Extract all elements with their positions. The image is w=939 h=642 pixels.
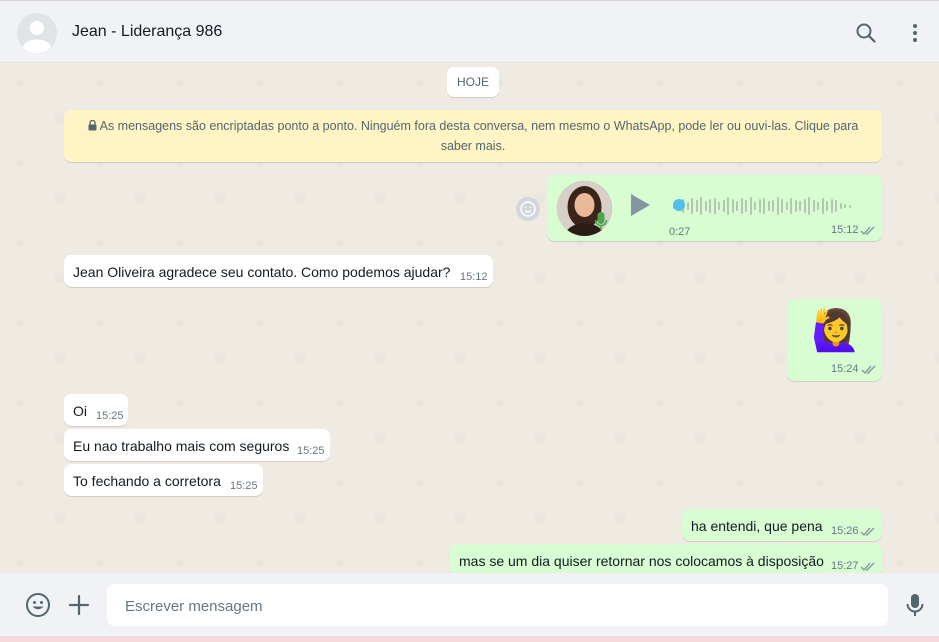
waveform-bar bbox=[835, 200, 837, 212]
message-time: 15:24 bbox=[831, 363, 859, 375]
message-bubble: ha entendi, que pena 15:26 bbox=[682, 509, 882, 541]
waveform-bar bbox=[700, 197, 702, 215]
encryption-notice-text: As mensagens são encriptadas ponto a pon… bbox=[99, 119, 859, 153]
composer-bar bbox=[0, 573, 939, 642]
message-time: 15:12 bbox=[831, 224, 859, 236]
waveform-bar bbox=[826, 201, 828, 211]
waveform-bar bbox=[776, 197, 779, 215]
voice-duration: 0:27 bbox=[669, 226, 691, 238]
message-text: Eu nao trabalho mais com seguros bbox=[73, 438, 290, 454]
message-bubble: Oi 15:25 bbox=[64, 394, 128, 426]
waveform-bar bbox=[731, 199, 734, 213]
waveform-bar bbox=[803, 199, 806, 213]
waveform-bar bbox=[830, 199, 833, 213]
message-bubble: To fechando a corretora 15:25 bbox=[64, 464, 263, 496]
message-text: To fechando a corretora bbox=[73, 473, 221, 489]
waveform-bar bbox=[695, 200, 698, 212]
chat-header: Jean - Liderança 986 bbox=[0, 0, 939, 63]
message-time: 15:12 bbox=[460, 271, 488, 283]
message-input[interactable] bbox=[123, 584, 867, 628]
emoji-icon[interactable] bbox=[25, 592, 51, 618]
microphone-badge-icon bbox=[594, 212, 608, 230]
waveform-bar bbox=[785, 202, 788, 210]
menu-icon[interactable] bbox=[903, 21, 927, 45]
encryption-notice[interactable]: As mensagens são encriptadas ponto a pon… bbox=[64, 110, 882, 162]
message-bubble: mas se um dia quiser retornar nos coloca… bbox=[450, 544, 882, 573]
waveform-bar bbox=[758, 199, 761, 213]
waveform-bar bbox=[772, 200, 774, 212]
waveform-bar bbox=[704, 201, 707, 211]
message-list[interactable]: HOJE As mensagens são encriptadas ponto … bbox=[0, 63, 939, 573]
message-time: 15:26 bbox=[831, 525, 859, 537]
whatsapp-chat-window: Jean - Liderança 986 HOJE As mensagens s… bbox=[0, 0, 939, 642]
message-time: 15:25 bbox=[297, 445, 325, 457]
read-ticks-icon bbox=[861, 365, 876, 375]
sticker-message: 🙋‍♀️ 15:24 bbox=[787, 299, 882, 381]
raising-hand-emoji: 🙋‍♀️ bbox=[811, 309, 861, 353]
waveform-bar bbox=[794, 200, 797, 212]
waveform-bar bbox=[722, 200, 725, 212]
waveform-bar bbox=[754, 202, 756, 210]
waveform-bar bbox=[844, 204, 846, 208]
search-icon[interactable] bbox=[854, 21, 878, 45]
waveform-bar bbox=[763, 198, 765, 214]
waveform-bar bbox=[686, 202, 689, 210]
message-time: 15:25 bbox=[230, 480, 258, 492]
message-time: 15:27 bbox=[831, 560, 859, 572]
waveform-bar bbox=[817, 202, 819, 210]
waveform-bar bbox=[808, 197, 810, 215]
message-text: ha entendi, que pena bbox=[691, 518, 823, 534]
waveform-bar bbox=[718, 202, 720, 210]
avatar[interactable] bbox=[17, 13, 57, 53]
read-ticks-icon bbox=[860, 527, 875, 537]
voice-waveform[interactable] bbox=[673, 195, 863, 217]
waveform-bar bbox=[790, 198, 792, 214]
waveform-bar bbox=[812, 200, 815, 212]
waveform-bar bbox=[821, 198, 824, 214]
message-bubble: Eu nao trabalho mais com seguros 15:25 bbox=[64, 429, 330, 461]
waveform-bar bbox=[691, 198, 693, 214]
message-text: Oi bbox=[73, 403, 87, 419]
waveform-bar bbox=[749, 197, 752, 215]
waveform-bar bbox=[745, 200, 747, 212]
play-icon[interactable] bbox=[629, 193, 651, 217]
message-bubble: Jean Oliveira agradece seu contato. Como… bbox=[64, 255, 493, 287]
voice-message: 0:27 15:12 bbox=[547, 175, 882, 241]
default-avatar-icon bbox=[17, 13, 57, 53]
react-emoji-icon[interactable] bbox=[515, 196, 541, 222]
window-bottom-edge bbox=[0, 636, 939, 642]
waveform-bar bbox=[781, 199, 783, 213]
waveform-bar bbox=[709, 199, 711, 213]
waveform-bar bbox=[839, 203, 842, 209]
date-chip: HOJE bbox=[447, 67, 499, 97]
read-ticks-icon bbox=[860, 226, 875, 236]
read-ticks-icon bbox=[860, 562, 875, 572]
lock-icon bbox=[88, 119, 97, 131]
waveform-bar bbox=[736, 201, 738, 211]
waveform-bar bbox=[740, 198, 743, 214]
microphone-icon[interactable] bbox=[902, 592, 928, 618]
waveform-bar bbox=[713, 198, 716, 214]
message-time: 15:25 bbox=[96, 410, 124, 422]
waveform-bar bbox=[799, 201, 801, 211]
message-text: Jean Oliveira agradece seu contato. Como… bbox=[73, 264, 451, 280]
message-text: mas se um dia quiser retornar nos coloca… bbox=[459, 553, 824, 569]
waveform-bar bbox=[727, 197, 729, 215]
attach-plus-icon[interactable] bbox=[66, 592, 92, 618]
waveform-bar bbox=[767, 201, 770, 211]
waveform-bar bbox=[848, 204, 851, 208]
message-input-box[interactable] bbox=[107, 584, 888, 628]
chat-title[interactable]: Jean - Liderança 986 bbox=[72, 23, 222, 41]
playback-dot[interactable] bbox=[673, 199, 685, 211]
